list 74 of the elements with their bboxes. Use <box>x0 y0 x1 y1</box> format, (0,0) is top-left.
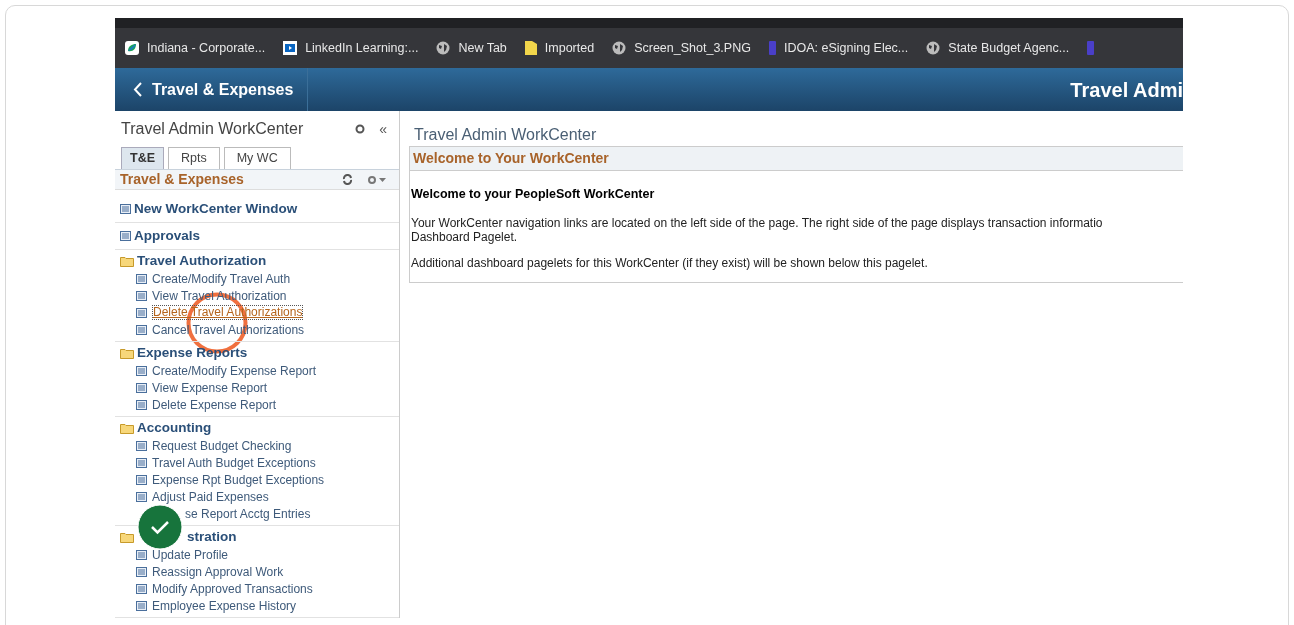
page-icon <box>136 583 147 594</box>
folder-icon <box>120 348 134 359</box>
sidebar-link[interactable]: Update Profile <box>152 545 229 564</box>
folder-label[interactable]: stration <box>187 527 237 548</box>
sidebar-link[interactable]: Employee Expense History <box>152 596 297 615</box>
globe-icon <box>612 41 627 55</box>
sidebar-tab[interactable]: Rpts <box>168 147 220 169</box>
bookmark-link[interactable]: Screen_Shot_3.PNG <box>634 38 751 58</box>
main-title: Travel Admin WorkCenter <box>413 125 598 145</box>
sidebar-link[interactable]: se Report Acctg Entries <box>185 504 311 523</box>
body-text: Additional dashboard pagelets for this WorkCenter (if they exist) will be shown below this pagelet. <box>410 255 929 270</box>
leaf-logo-icon <box>125 41 139 55</box>
pagelet-title: Welcome to Your WorkCenter <box>413 149 609 168</box>
folder-label[interactable]: Accounting <box>137 418 212 439</box>
body-text: Your WorkCenter navigation links are located on the left side of the page. The right side of the page displays transaction informatio <box>410 215 1104 230</box>
refresh-icon[interactable] <box>342 174 353 185</box>
page-icon <box>136 399 147 410</box>
sidebar-link[interactable]: Delete Expense Report <box>152 395 277 414</box>
bookmark-page-icon <box>768 41 776 55</box>
folder-icon <box>120 532 134 543</box>
bookmark-page-icon <box>1087 41 1095 55</box>
folder-icon <box>120 256 134 267</box>
sidebar-link[interactable]: Travel Auth Budget Exceptions <box>152 453 316 472</box>
sidebar-link[interactable]: Modify Approved Transactions <box>152 579 313 598</box>
options-icon[interactable] <box>367 174 387 185</box>
page-icon <box>136 382 147 393</box>
page-icon <box>136 307 147 318</box>
sidebar-tab[interactable]: My WC <box>223 147 291 169</box>
sidebar-link[interactable]: Approvals <box>134 225 201 247</box>
sidebar-title: Travel Admin WorkCenter <box>121 119 304 139</box>
bookmark-link[interactable]: Indiana - Corporate... <box>147 38 266 58</box>
page-icon <box>136 566 147 577</box>
welcome-heading: Welcome to your PeopleSoft WorkCenter <box>410 186 656 203</box>
page-icon <box>136 457 147 468</box>
page-icon <box>136 365 147 376</box>
bookmark-link[interactable]: New Tab <box>458 38 507 58</box>
sidebar-link[interactable]: Expense Rpt Budget Exceptions <box>152 470 325 489</box>
page-icon <box>120 204 131 214</box>
page-icon <box>136 474 147 485</box>
back-button[interactable]: Travel & Expenses <box>115 68 309 111</box>
page-icon <box>136 273 147 284</box>
globe-icon <box>436 41 451 55</box>
bookmark-link[interactable]: State Budget Agenc... <box>948 38 1070 58</box>
folder-icon <box>120 423 134 434</box>
page-title: Travel Admi <box>1070 77 1183 103</box>
bookmark-link[interactable]: Imported <box>544 38 595 58</box>
sidebar-link[interactable]: View Expense Report <box>152 378 268 397</box>
video-icon <box>283 41 298 55</box>
page-icon <box>120 231 131 241</box>
section-title: Travel & Expenses <box>120 170 244 189</box>
bookmark-link[interactable]: IDOA: eSigning Elec... <box>783 38 909 58</box>
sidebar-link[interactable]: Adjust Paid Expenses <box>152 487 269 506</box>
globe-icon <box>926 41 941 55</box>
folder-icon <box>524 41 537 55</box>
page-icon <box>136 440 147 451</box>
folder-label[interactable]: Travel Authorization <box>137 251 267 272</box>
sidebar-tab[interactable]: T&E <box>121 147 164 169</box>
chevron-left-icon <box>133 82 142 97</box>
folder-label[interactable]: Expense Reports <box>137 343 248 364</box>
page-icon <box>136 600 147 611</box>
collapse-button[interactable]: « <box>379 118 387 140</box>
bookmark-link[interactable]: LinkedIn Learning:... <box>305 38 419 58</box>
page-icon <box>136 324 147 335</box>
sidebar-link[interactable]: Create/Modify Expense Report <box>152 361 317 380</box>
sidebar-link[interactable]: New WorkCenter Window <box>134 198 298 220</box>
page-icon <box>136 491 147 502</box>
page-icon <box>136 290 147 301</box>
sidebar-link[interactable]: Create/Modify Travel Auth <box>152 269 291 288</box>
body-text: Dashboard Pagelet. <box>410 229 518 244</box>
sidebar-link[interactable]: Request Budget Checking <box>152 436 292 455</box>
settings-icon[interactable] <box>355 124 366 134</box>
page-icon <box>136 549 147 560</box>
check-badge-icon <box>137 504 183 550</box>
sidebar-link[interactable]: Reassign Approval Work <box>152 562 284 581</box>
